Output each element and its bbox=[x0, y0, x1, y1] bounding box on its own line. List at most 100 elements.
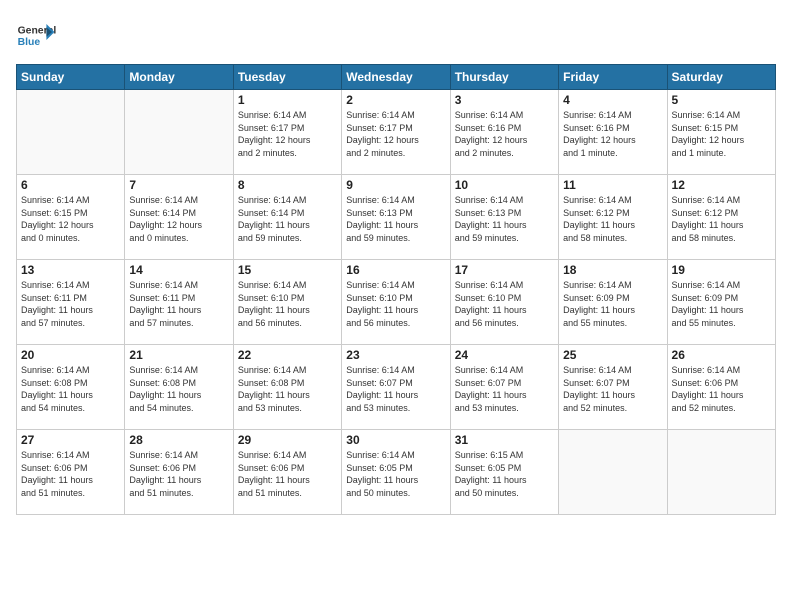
day-detail: Sunrise: 6:14 AM Sunset: 6:06 PM Dayligh… bbox=[21, 449, 120, 499]
day-detail: Sunrise: 6:14 AM Sunset: 6:07 PM Dayligh… bbox=[346, 364, 445, 414]
day-number: 25 bbox=[563, 348, 662, 362]
logo: General Blue bbox=[16, 16, 60, 56]
calendar-cell: 25 Sunrise: 6:14 AM Sunset: 6:07 PM Dayli… bbox=[559, 345, 667, 430]
day-number: 21 bbox=[129, 348, 228, 362]
day-number: 15 bbox=[238, 263, 337, 277]
calendar-cell: 18Sunrise: 6:14 AM Sunset: 6:09 PM Dayli… bbox=[559, 260, 667, 345]
day-detail: Sunrise: 6:14 AM Sunset: 6:12 PM Dayligh… bbox=[563, 194, 662, 244]
day-detail: Sunrise: 6:14 AM Sunset: 6:16 PM Dayligh… bbox=[455, 109, 554, 159]
calendar-cell bbox=[667, 430, 775, 515]
calendar-cell: 4Sunrise: 6:14 AM Sunset: 6:16 PM Daylig… bbox=[559, 90, 667, 175]
day-number: 24 bbox=[455, 348, 554, 362]
calendar-cell: 20 Sunrise: 6:14 AM Sunset: 6:08 PM Dayli… bbox=[17, 345, 125, 430]
calendar-cell: 30 Sunrise: 6:14 AM Sunset: 6:05 PM Dayli… bbox=[342, 430, 450, 515]
day-detail: Sunrise: 6:14 AM Sunset: 6:05 PM Dayligh… bbox=[346, 449, 445, 499]
calendar-cell: 21 Sunrise: 6:14 AM Sunset: 6:08 PM Dayli… bbox=[125, 345, 233, 430]
svg-text:Blue: Blue bbox=[18, 37, 41, 48]
calendar-cell: 16 Sunrise: 6:14 AM Sunset: 6:10 PM Dayli… bbox=[342, 260, 450, 345]
calendar-cell: 9 Sunrise: 6:14 AM Sunset: 6:13 PM Daylig… bbox=[342, 175, 450, 260]
day-detail: Sunrise: 6:14 AM Sunset: 6:10 PM Dayligh… bbox=[346, 279, 445, 329]
day-number: 16 bbox=[346, 263, 445, 277]
page-header: General Blue bbox=[16, 16, 776, 56]
calendar-cell bbox=[125, 90, 233, 175]
calendar-cell bbox=[559, 430, 667, 515]
day-number: 3 bbox=[455, 93, 554, 107]
calendar-cell: 6 Sunrise: 6:14 AM Sunset: 6:15 PM Daylig… bbox=[17, 175, 125, 260]
day-number: 29 bbox=[238, 433, 337, 447]
day-detail: Sunrise: 6:14 AM Sunset: 6:15 PM Dayligh… bbox=[672, 109, 771, 159]
day-number: 2 bbox=[346, 93, 445, 107]
day-detail: Sunrise: 6:14 AM Sunset: 6:15 PM Dayligh… bbox=[21, 194, 120, 244]
day-number: 17 bbox=[455, 263, 554, 277]
day-number: 20 bbox=[21, 348, 120, 362]
day-detail: Sunrise: 6:14 AM Sunset: 6:11 PM Dayligh… bbox=[21, 279, 120, 329]
day-detail: Sunrise: 6:14 AM Sunset: 6:06 PM Dayligh… bbox=[129, 449, 228, 499]
calendar-table: SundayMondayTuesdayWednesdayThursdayFrid… bbox=[16, 64, 776, 515]
day-number: 13 bbox=[21, 263, 120, 277]
calendar-week-5: 27 Sunrise: 6:14 AM Sunset: 6:06 PM Dayli… bbox=[17, 430, 776, 515]
calendar-cell: 31 Sunrise: 6:15 AM Sunset: 6:05 PM Dayli… bbox=[450, 430, 558, 515]
calendar-cell: 12 Sunrise: 6:14 AM Sunset: 6:12 PM Dayli… bbox=[667, 175, 775, 260]
calendar-cell: 7Sunrise: 6:14 AM Sunset: 6:14 PM Daylig… bbox=[125, 175, 233, 260]
day-number: 26 bbox=[672, 348, 771, 362]
day-number: 14 bbox=[129, 263, 228, 277]
calendar-cell: 28 Sunrise: 6:14 AM Sunset: 6:06 PM Dayli… bbox=[125, 430, 233, 515]
day-number: 6 bbox=[21, 178, 120, 192]
day-detail: Sunrise: 6:14 AM Sunset: 6:10 PM Dayligh… bbox=[238, 279, 337, 329]
calendar-cell: 13 Sunrise: 6:14 AM Sunset: 6:11 PM Dayli… bbox=[17, 260, 125, 345]
day-number: 4 bbox=[563, 93, 662, 107]
calendar-cell bbox=[17, 90, 125, 175]
logo-icon: General Blue bbox=[16, 16, 56, 56]
calendar-week-2: 6 Sunrise: 6:14 AM Sunset: 6:15 PM Daylig… bbox=[17, 175, 776, 260]
day-detail: Sunrise: 6:14 AM Sunset: 6:12 PM Dayligh… bbox=[672, 194, 771, 244]
day-detail: Sunrise: 6:14 AM Sunset: 6:17 PM Dayligh… bbox=[346, 109, 445, 159]
weekday-header-sunday: Sunday bbox=[17, 65, 125, 90]
day-number: 11 bbox=[563, 178, 662, 192]
day-number: 1 bbox=[238, 93, 337, 107]
calendar-cell: 23 Sunrise: 6:14 AM Sunset: 6:07 PM Dayli… bbox=[342, 345, 450, 430]
day-detail: Sunrise: 6:14 AM Sunset: 6:13 PM Dayligh… bbox=[455, 194, 554, 244]
weekday-header-friday: Friday bbox=[559, 65, 667, 90]
calendar-cell: 3 Sunrise: 6:14 AM Sunset: 6:16 PM Daylig… bbox=[450, 90, 558, 175]
calendar-cell: 5 Sunrise: 6:14 AM Sunset: 6:15 PM Daylig… bbox=[667, 90, 775, 175]
day-number: 19 bbox=[672, 263, 771, 277]
day-detail: Sunrise: 6:14 AM Sunset: 6:07 PM Dayligh… bbox=[563, 364, 662, 414]
calendar-week-3: 13 Sunrise: 6:14 AM Sunset: 6:11 PM Dayli… bbox=[17, 260, 776, 345]
calendar-cell: 15 Sunrise: 6:14 AM Sunset: 6:10 PM Dayli… bbox=[233, 260, 341, 345]
calendar-week-4: 20 Sunrise: 6:14 AM Sunset: 6:08 PM Dayli… bbox=[17, 345, 776, 430]
day-number: 28 bbox=[129, 433, 228, 447]
day-detail: Sunrise: 6:14 AM Sunset: 6:11 PM Dayligh… bbox=[129, 279, 228, 329]
calendar-cell: 29 Sunrise: 6:14 AM Sunset: 6:06 PM Dayli… bbox=[233, 430, 341, 515]
day-detail: Sunrise: 6:15 AM Sunset: 6:05 PM Dayligh… bbox=[455, 449, 554, 499]
day-number: 7 bbox=[129, 178, 228, 192]
calendar-cell: 19 Sunrise: 6:14 AM Sunset: 6:09 PM Dayli… bbox=[667, 260, 775, 345]
day-detail: Sunrise: 6:14 AM Sunset: 6:13 PM Dayligh… bbox=[346, 194, 445, 244]
calendar-cell: 22Sunrise: 6:14 AM Sunset: 6:08 PM Dayli… bbox=[233, 345, 341, 430]
day-detail: Sunrise: 6:14 AM Sunset: 6:09 PM Dayligh… bbox=[672, 279, 771, 329]
calendar-cell: 14 Sunrise: 6:14 AM Sunset: 6:11 PM Dayli… bbox=[125, 260, 233, 345]
day-number: 27 bbox=[21, 433, 120, 447]
day-number: 12 bbox=[672, 178, 771, 192]
weekday-header-row: SundayMondayTuesdayWednesdayThursdayFrid… bbox=[17, 65, 776, 90]
day-detail: Sunrise: 6:14 AM Sunset: 6:06 PM Dayligh… bbox=[672, 364, 771, 414]
calendar-cell: 27 Sunrise: 6:14 AM Sunset: 6:06 PM Dayli… bbox=[17, 430, 125, 515]
calendar-cell: 17 Sunrise: 6:14 AM Sunset: 6:10 PM Dayli… bbox=[450, 260, 558, 345]
day-number: 5 bbox=[672, 93, 771, 107]
day-number: 31 bbox=[455, 433, 554, 447]
day-detail: Sunrise: 6:14 AM Sunset: 6:08 PM Dayligh… bbox=[21, 364, 120, 414]
day-detail: Sunrise: 6:14 AM Sunset: 6:09 PM Dayligh… bbox=[563, 279, 662, 329]
day-detail: Sunrise: 6:14 AM Sunset: 6:08 PM Dayligh… bbox=[129, 364, 228, 414]
weekday-header-monday: Monday bbox=[125, 65, 233, 90]
day-number: 23 bbox=[346, 348, 445, 362]
calendar-cell: 11 Sunrise: 6:14 AM Sunset: 6:12 PM Dayli… bbox=[559, 175, 667, 260]
day-detail: Sunrise: 6:14 AM Sunset: 6:10 PM Dayligh… bbox=[455, 279, 554, 329]
calendar-cell: 1Sunrise: 6:14 AM Sunset: 6:17 PM Daylig… bbox=[233, 90, 341, 175]
day-detail: Sunrise: 6:14 AM Sunset: 6:06 PM Dayligh… bbox=[238, 449, 337, 499]
calendar-cell: 2 Sunrise: 6:14 AM Sunset: 6:17 PM Daylig… bbox=[342, 90, 450, 175]
calendar-cell: 10 Sunrise: 6:14 AM Sunset: 6:13 PM Dayli… bbox=[450, 175, 558, 260]
day-number: 9 bbox=[346, 178, 445, 192]
day-number: 10 bbox=[455, 178, 554, 192]
day-number: 22 bbox=[238, 348, 337, 362]
day-number: 30 bbox=[346, 433, 445, 447]
calendar-cell: 8Sunrise: 6:14 AM Sunset: 6:14 PM Daylig… bbox=[233, 175, 341, 260]
